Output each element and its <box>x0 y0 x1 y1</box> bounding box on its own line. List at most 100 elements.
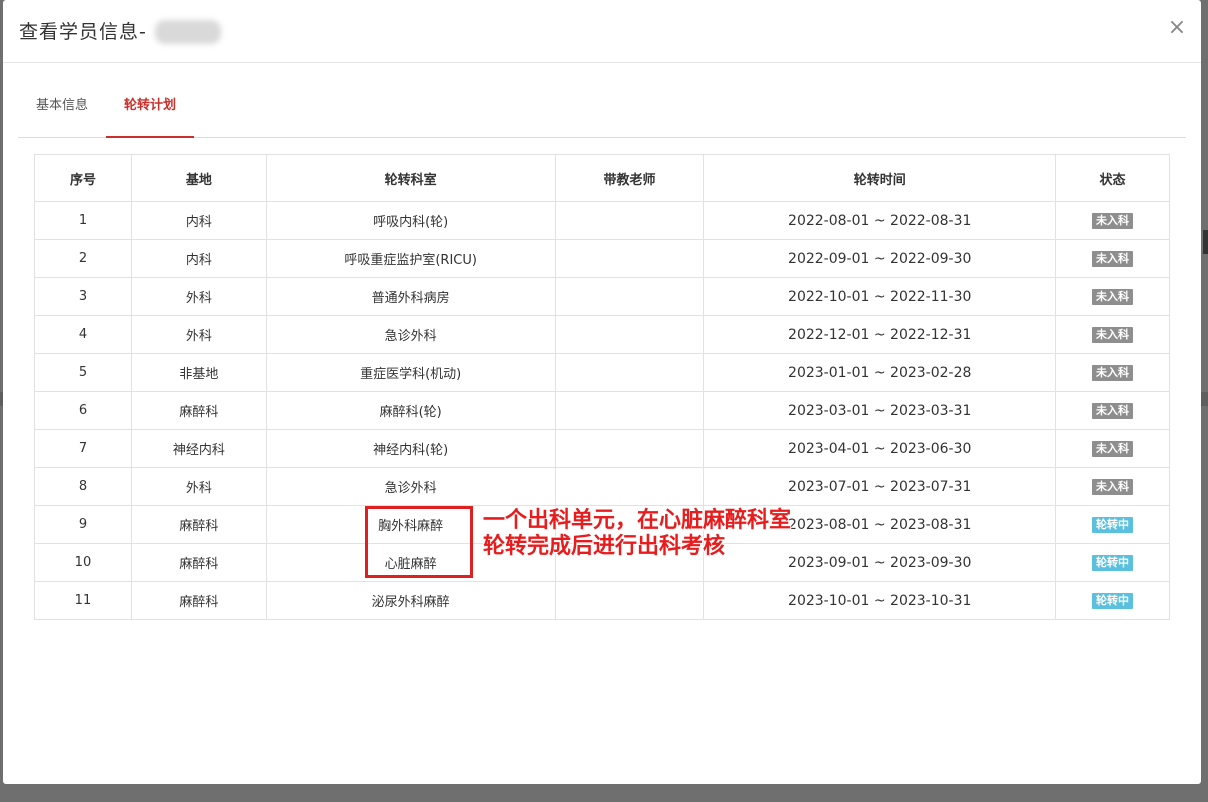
cell-dept: 重症医学科(机动) <box>265 353 556 392</box>
cell-dept: 泌尿外科麻醉 <box>265 581 556 620</box>
status-badge: 未入科 <box>1092 250 1134 267</box>
cell-base: 非基地 <box>130 353 267 392</box>
cell-teacher <box>554 353 705 392</box>
cell-status: 轮转中 <box>1055 581 1170 620</box>
cell-base: 外科 <box>130 467 267 506</box>
cell-time: 2023-01-01 ~ 2023-02-28 <box>703 353 1057 392</box>
highlight-box <box>365 506 473 578</box>
cell-time: 2022-12-01 ~ 2022-12-31 <box>703 315 1057 354</box>
cell-teacher <box>554 429 705 468</box>
status-badge: 未入科 <box>1092 288 1134 305</box>
cell-status: 轮转中 <box>1055 543 1170 582</box>
cell-dept: 呼吸内科(轮) <box>265 201 556 240</box>
status-badge: 轮转中 <box>1092 592 1134 609</box>
cell-time: 2023-03-01 ~ 2023-03-31 <box>703 391 1057 430</box>
table-row: 3 外科 普通外科病房 2022-10-01 ~ 2022-11-30 未入科 <box>34 277 1170 316</box>
close-icon[interactable]: × <box>1167 16 1187 40</box>
cell-no: 3 <box>34 277 132 316</box>
cell-no: 5 <box>34 353 132 392</box>
cell-teacher <box>554 315 705 354</box>
cell-status: 未入科 <box>1055 239 1170 278</box>
modal-header: 查看学员信息- × <box>3 0 1201 63</box>
table-row: 5 非基地 重症医学科(机动) 2023-01-01 ~ 2023-02-28 未入科 <box>34 353 1170 392</box>
modal-title: 查看学员信息- <box>19 21 147 43</box>
status-badge: 轮转中 <box>1092 516 1134 533</box>
cell-base: 外科 <box>130 277 267 316</box>
table-row: 7 神经内科 神经内科(轮) 2023-04-01 ~ 2023-06-30 未入科 <box>34 429 1170 468</box>
redacted-name <box>155 20 221 44</box>
student-info-modal: 查看学员信息- × 基本信息 轮转计划 序号 基地 轮转科室 带教老师 轮转时间… <box>3 0 1201 784</box>
cell-no: 11 <box>34 581 132 620</box>
cell-status: 未入科 <box>1055 391 1170 430</box>
cell-time: 2023-07-01 ~ 2023-07-31 <box>703 467 1057 506</box>
cell-status: 未入科 <box>1055 201 1170 240</box>
cell-dept: 急诊外科 <box>265 315 556 354</box>
cell-dept: 普通外科病房 <box>265 277 556 316</box>
status-badge: 未入科 <box>1092 212 1134 229</box>
table-row: 6 麻醉科 麻醉科(轮) 2023-03-01 ~ 2023-03-31 未入科 <box>34 391 1170 430</box>
status-badge: 未入科 <box>1092 364 1134 381</box>
table-header-row: 序号 基地 轮转科室 带教老师 轮转时间 状态 <box>34 154 1170 202</box>
status-badge: 未入科 <box>1092 402 1134 419</box>
table-row: 4 外科 急诊外科 2022-12-01 ~ 2022-12-31 未入科 <box>34 315 1170 354</box>
cell-teacher <box>554 201 705 240</box>
cell-no: 8 <box>34 467 132 506</box>
status-badge: 轮转中 <box>1092 554 1134 571</box>
cell-no: 10 <box>34 543 132 582</box>
cell-no: 9 <box>34 505 132 544</box>
header-time: 轮转时间 <box>703 154 1057 202</box>
tab-rotation-plan[interactable]: 轮转计划 <box>106 86 194 138</box>
cell-dept: 急诊外科 <box>265 467 556 506</box>
cell-time: 2022-10-01 ~ 2022-11-30 <box>703 277 1057 316</box>
cell-base: 内科 <box>130 201 267 240</box>
annotation-line-2: 轮转完成后进行出科考核 <box>483 534 726 559</box>
header-teacher: 带教老师 <box>554 154 705 202</box>
table-row: 8 外科 急诊外科 2023-07-01 ~ 2023-07-31 未入科 <box>34 467 1170 506</box>
table-row: 11 麻醉科 泌尿外科麻醉 2023-10-01 ~ 2023-10-31 轮转中 <box>34 581 1170 620</box>
cell-status: 轮转中 <box>1055 505 1170 544</box>
cell-teacher <box>554 239 705 278</box>
cell-no: 7 <box>34 429 132 468</box>
table-row: 1 内科 呼吸内科(轮) 2022-08-01 ~ 2022-08-31 未入科 <box>34 201 1170 240</box>
table-row: 2 内科 呼吸重症监护室(RICU) 2022-09-01 ~ 2022-09-30 未… <box>34 239 1170 278</box>
status-badge: 未入科 <box>1092 326 1134 343</box>
cell-base: 内科 <box>130 239 267 278</box>
cell-teacher <box>554 391 705 430</box>
cell-no: 6 <box>34 391 132 430</box>
backdrop-edge <box>1203 230 1208 254</box>
cell-base: 麻醉科 <box>130 391 267 430</box>
cell-teacher <box>554 467 705 506</box>
cell-base: 外科 <box>130 315 267 354</box>
cell-base: 麻醉科 <box>130 505 267 544</box>
cell-dept: 麻醉科(轮) <box>265 391 556 430</box>
cell-status: 未入科 <box>1055 353 1170 392</box>
annotation-text: 一个出科单元，在心脏麻醉科室 轮转完成后进行出科考核 <box>483 508 791 560</box>
status-badge: 未入科 <box>1092 478 1134 495</box>
cell-dept: 呼吸重症监护室(RICU) <box>265 239 556 278</box>
header-dept: 轮转科室 <box>265 154 556 202</box>
cell-no: 2 <box>34 239 132 278</box>
header-base: 基地 <box>130 154 267 202</box>
cell-dept: 神经内科(轮) <box>265 429 556 468</box>
status-badge: 未入科 <box>1092 440 1134 457</box>
annotation-line-1: 一个出科单元，在心脏麻醉科室 <box>483 508 792 533</box>
cell-status: 未入科 <box>1055 429 1170 468</box>
tab-basic-info[interactable]: 基本信息 <box>18 86 106 137</box>
cell-base: 麻醉科 <box>130 581 267 620</box>
header-no: 序号 <box>34 154 132 202</box>
cell-teacher <box>554 581 705 620</box>
cell-no: 1 <box>34 201 132 240</box>
cell-base: 神经内科 <box>130 429 267 468</box>
cell-base: 麻醉科 <box>130 543 267 582</box>
cell-time: 2023-04-01 ~ 2023-06-30 <box>703 429 1057 468</box>
cell-status: 未入科 <box>1055 315 1170 354</box>
cell-status: 未入科 <box>1055 467 1170 506</box>
cell-time: 2023-10-01 ~ 2023-10-31 <box>703 581 1057 620</box>
cell-status: 未入科 <box>1055 277 1170 316</box>
cell-teacher <box>554 277 705 316</box>
cell-time: 2022-09-01 ~ 2022-09-30 <box>703 239 1057 278</box>
cell-no: 4 <box>34 315 132 354</box>
header-status: 状态 <box>1055 154 1170 202</box>
cell-time: 2022-08-01 ~ 2022-08-31 <box>703 201 1057 240</box>
tab-bar: 基本信息 轮转计划 <box>18 86 1186 138</box>
